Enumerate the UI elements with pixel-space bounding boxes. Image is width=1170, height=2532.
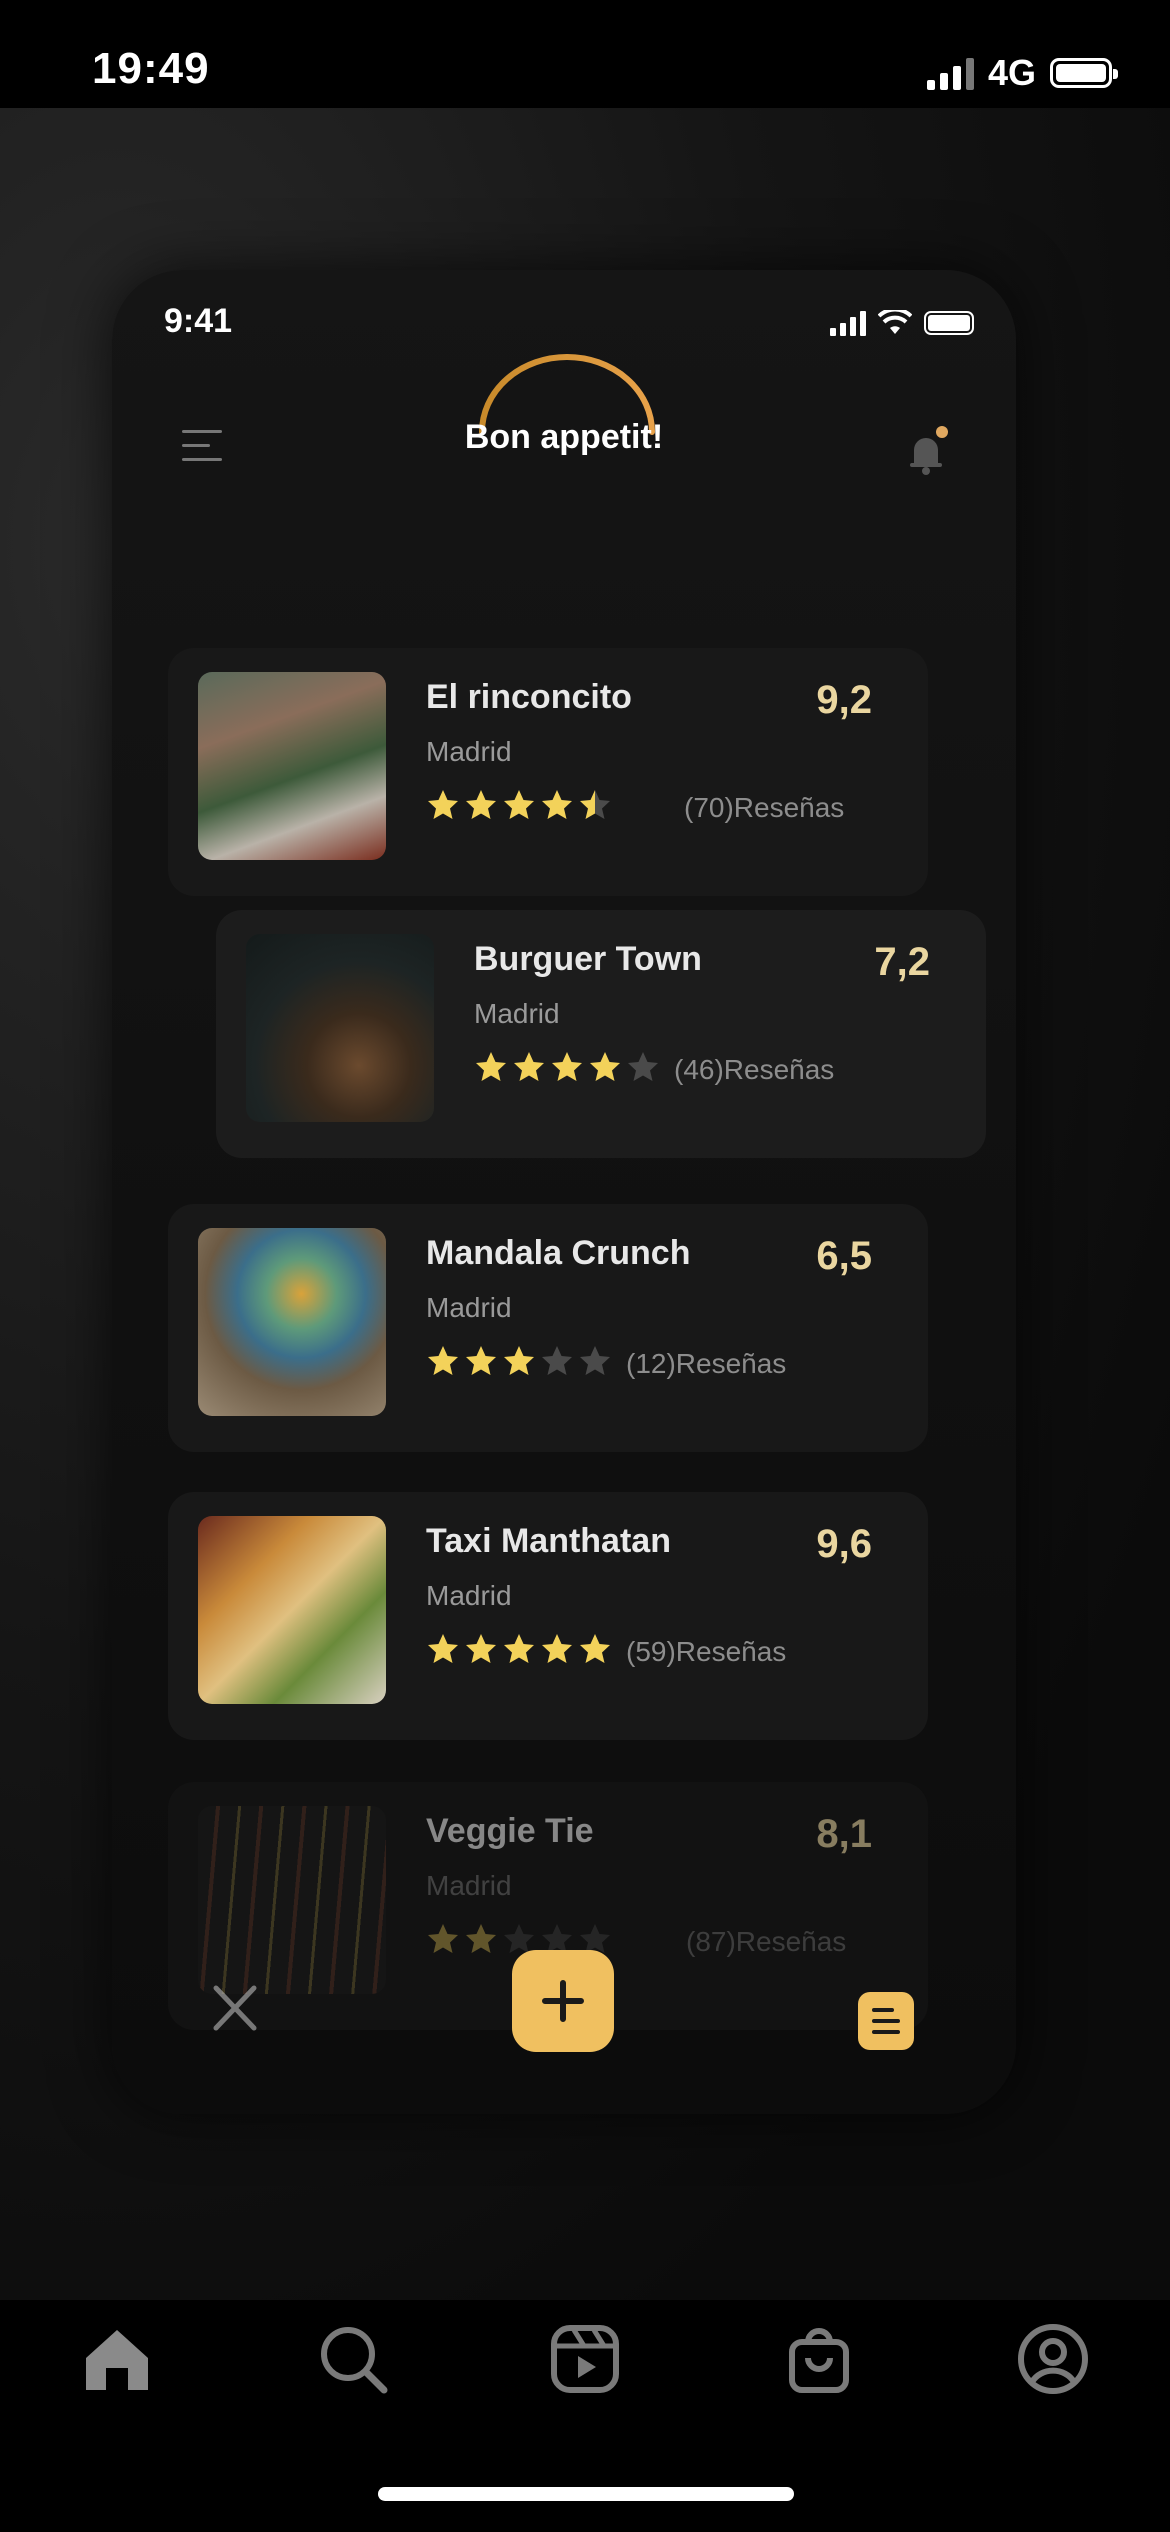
restaurant-score: 7,2 — [874, 940, 930, 984]
star-icon — [466, 1346, 496, 1375]
mockup-status-indicators — [830, 310, 974, 336]
restaurant-photo — [198, 1516, 386, 1704]
app-mockup: 9:41 Bon appetit! El rinconcito Madrid 9… — [112, 270, 1016, 2114]
status-time: 19:49 — [92, 44, 210, 93]
restaurant-score: 8,1 — [816, 1812, 872, 1856]
star-icon — [542, 1634, 572, 1663]
star-icon — [580, 1634, 610, 1663]
star-rating — [426, 788, 612, 822]
shop-icon[interactable] — [778, 2318, 860, 2400]
mockup-signal-icon — [830, 310, 866, 336]
star-icon — [590, 1052, 620, 1081]
star-icon — [580, 1346, 610, 1375]
restaurant-city: Madrid — [426, 1292, 512, 1323]
list-icon[interactable] — [858, 1992, 914, 2050]
restaurant-card[interactable]: Taxi Manthatan Madrid 9,6 (59)Reseñas — [168, 1492, 928, 1740]
home-icon[interactable] — [76, 2318, 158, 2400]
star-icon — [428, 790, 458, 819]
star-icon — [428, 1346, 458, 1375]
star-icon — [580, 790, 610, 819]
restaurant-photo — [198, 1228, 386, 1416]
home-indicator[interactable] — [378, 2487, 794, 2501]
restaurant-name: Veggie Tie — [426, 1812, 594, 1850]
star-icon — [542, 790, 572, 819]
bell-icon[interactable] — [896, 420, 956, 480]
restaurant-card[interactable]: Burguer Town Madrid 7,2 (46)Reseñas — [216, 910, 986, 1158]
restaurant-photo — [198, 672, 386, 860]
review-count: (87)Reseñas — [686, 1926, 847, 1957]
star-icon — [466, 1634, 496, 1663]
review-count: (59)Reseñas — [626, 1636, 787, 1667]
search-icon[interactable] — [312, 2318, 394, 2400]
restaurant-city: Madrid — [474, 998, 560, 1029]
restaurant-name: Mandala Crunch — [426, 1234, 691, 1272]
fork-knife-icon[interactable] — [208, 1980, 262, 2034]
review-count: (46)Reseñas — [674, 1054, 835, 1085]
restaurant-name: Taxi Manthatan — [426, 1522, 671, 1560]
star-icon — [552, 1052, 582, 1081]
star-icon — [428, 1634, 458, 1663]
star-icon — [514, 1052, 544, 1081]
restaurant-card[interactable]: El rinconcito Madrid 9,2 (70)Reseñas — [168, 648, 928, 896]
star-icon — [504, 790, 534, 819]
star-rating — [426, 1344, 612, 1378]
status-bar: 19:49 4G — [0, 0, 1170, 108]
profile-icon[interactable] — [1012, 2318, 1094, 2400]
add-icon — [542, 1980, 584, 2022]
star-icon — [628, 1052, 658, 1081]
battery-icon — [1050, 58, 1118, 88]
star-icon — [476, 1052, 506, 1081]
network-type: 4G — [987, 52, 1036, 93]
restaurant-city: Madrid — [426, 1580, 512, 1611]
star-icon — [466, 1924, 496, 1953]
star-icon — [504, 1634, 534, 1663]
star-icon — [542, 1346, 572, 1375]
star-icon — [428, 1924, 458, 1953]
restaurant-name: El rinconcito — [426, 678, 632, 716]
restaurant-score: 6,5 — [816, 1234, 872, 1278]
star-icon — [504, 1346, 534, 1375]
review-count: (12)Reseñas — [626, 1348, 787, 1379]
brand-title: Bon appetit! — [464, 418, 664, 456]
restaurant-city: Madrid — [426, 1870, 512, 1901]
mockup-status-time: 9:41 — [164, 302, 233, 340]
add-button[interactable] — [512, 1950, 614, 2052]
restaurant-photo — [246, 934, 434, 1122]
restaurant-score: 9,2 — [816, 678, 872, 722]
star-icon — [466, 790, 496, 819]
restaurant-name: Burguer Town — [474, 940, 702, 978]
status-indicators: 4G — [926, 52, 1118, 94]
restaurant-city: Madrid — [426, 736, 512, 767]
review-count: (70)Reseñas — [684, 792, 845, 823]
reels-icon[interactable] — [544, 2318, 626, 2400]
star-rating — [426, 1632, 612, 1666]
wifi-icon — [878, 310, 912, 334]
restaurant-photo — [198, 1806, 386, 1994]
star-rating — [474, 1050, 660, 1084]
restaurant-score: 9,6 — [816, 1522, 872, 1566]
cellular-signal-icon — [926, 56, 974, 90]
mockup-battery-icon — [924, 311, 974, 335]
restaurant-card[interactable]: Mandala Crunch Madrid 6,5 (12)Reseñas — [168, 1204, 928, 1452]
